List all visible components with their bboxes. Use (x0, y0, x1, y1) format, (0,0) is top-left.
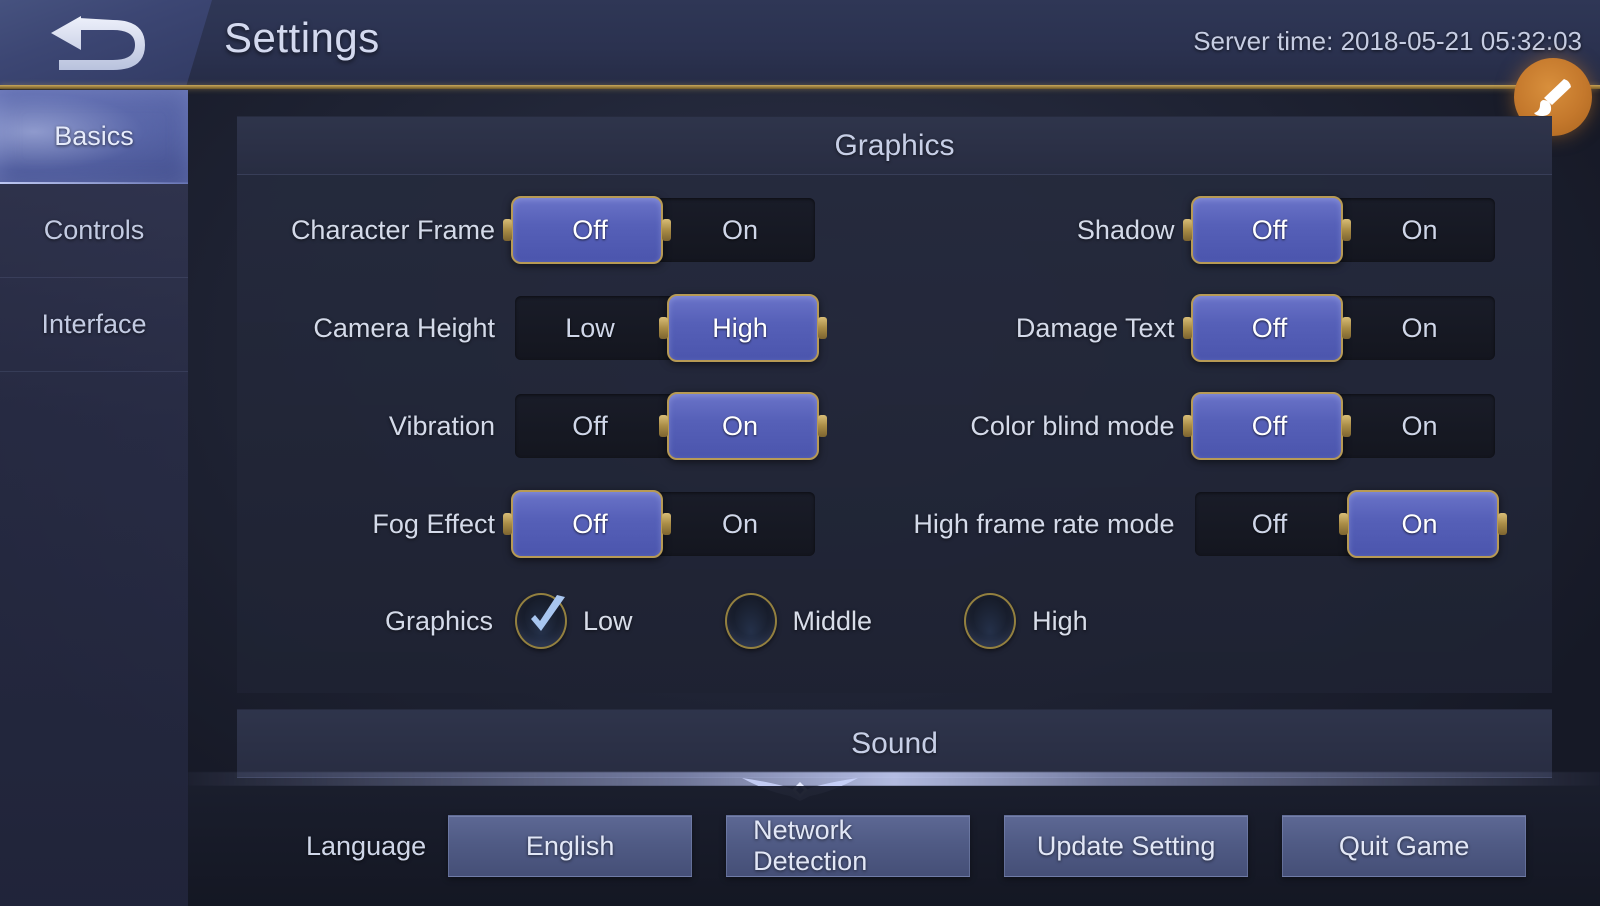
back-button[interactable] (0, 0, 212, 85)
sidebar-item-label: Controls (43, 215, 145, 245)
settings-panel: Graphics Character Frame Off On Shadow O… (237, 116, 1552, 778)
graphics-quality-label: Graphics (384, 605, 493, 636)
toggle-option-off[interactable]: Off (515, 198, 665, 262)
language-label: Language (306, 830, 427, 861)
radio-label: High (1032, 605, 1088, 636)
setting-row-vibration: Vibration Off On (237, 377, 895, 475)
settings-screen: Settings Server time: 2018-05-21 05:32:0… (0, 0, 1600, 906)
setting-label: High frame rate mode (913, 508, 1175, 539)
setting-row-high-frame-rate-mode: High frame rate mode Off On (895, 475, 1553, 573)
setting-label: Color blind mode (970, 410, 1175, 441)
sidebar-item-label: Basics (54, 121, 134, 151)
sidebar: Basics Controls Interface (0, 90, 188, 906)
quit-game-button[interactable]: Quit Game (1282, 815, 1527, 877)
toggle-fog-effect[interactable]: Off On (511, 490, 815, 558)
toggle-damage-text[interactable]: Off On (1190, 294, 1495, 362)
setting-label: Fog Effect (372, 508, 495, 539)
radio-dot (724, 593, 777, 649)
toggle-shadow[interactable]: Off On (1190, 196, 1495, 264)
top-bar: Settings Server time: 2018-05-21 05:32:0… (0, 0, 1600, 86)
toggle-character-frame[interactable]: Off On (511, 196, 815, 264)
toggle-option-off[interactable]: Off (1195, 296, 1345, 360)
page-title: Settings (224, 14, 380, 61)
toggle-option-on[interactable]: On (665, 198, 815, 262)
toggle-option-on[interactable]: On (1345, 198, 1495, 262)
language-button[interactable]: English (448, 815, 693, 877)
radio-graphics-low[interactable]: Low (515, 593, 633, 649)
sidebar-item-label: Interface (41, 309, 147, 339)
setting-row-camera-height: Camera Height Low High (237, 279, 895, 377)
toggle-vibration[interactable]: Off On (515, 392, 819, 460)
radio-dot (515, 593, 567, 649)
toggle-color-blind-mode[interactable]: Off On (1190, 392, 1495, 460)
radio-dot (964, 593, 1017, 649)
check-icon (531, 595, 565, 631)
bottom-bar: Language English Network Detection Updat… (188, 786, 1600, 906)
toggle-option-on[interactable]: On (1345, 394, 1495, 458)
radio-graphics-high[interactable]: High (964, 593, 1088, 649)
setting-label: Character Frame (290, 214, 495, 245)
setting-row-fog-effect: Fog Effect Off On (237, 475, 895, 573)
radio-label: Middle (792, 605, 873, 636)
update-setting-button[interactable]: Update Setting (1004, 815, 1249, 877)
setting-label: Vibration (388, 410, 495, 441)
section-body-graphics: Character Frame Off On Shadow Off On Cam… (237, 175, 1552, 693)
setting-row-shadow: Shadow Off On (895, 181, 1553, 279)
section-title-graphics: Graphics (237, 117, 1552, 175)
toggle-option-on[interactable]: On (665, 492, 815, 556)
setting-row-damage-text: Damage Text Off On (895, 279, 1553, 377)
toggle-option-off[interactable]: Off (1195, 394, 1345, 458)
graphics-quality-row: Graphics Low Middle High (237, 573, 1552, 669)
setting-row-character-frame: Character Frame Off On (237, 181, 895, 279)
setting-label: Camera Height (313, 312, 495, 343)
toggle-option-off[interactable]: Off (515, 492, 665, 556)
graphics-toggle-grid: Character Frame Off On Shadow Off On Cam… (237, 181, 1552, 573)
toggle-option-low[interactable]: Low (515, 296, 665, 360)
toggle-option-off[interactable]: Off (1195, 492, 1345, 556)
server-time: Server time: 2018-05-21 05:32:03 (1193, 26, 1582, 56)
back-arrow-icon (51, 15, 145, 70)
radio-label: Low (583, 605, 633, 636)
toggle-option-high[interactable]: High (665, 296, 815, 360)
setting-label: Shadow (1076, 214, 1175, 245)
toggle-camera-height[interactable]: Low High (515, 294, 819, 362)
network-detection-button[interactable]: Network Detection (726, 815, 971, 877)
divider-glow (188, 772, 1600, 786)
section-graphics: Graphics Character Frame Off On Shadow O… (237, 116, 1552, 693)
sidebar-item-basics[interactable]: Basics (0, 90, 188, 184)
setting-row-color-blind-mode: Color blind mode Off On (895, 377, 1553, 475)
toggle-option-off[interactable]: Off (515, 394, 665, 458)
section-title-sound: Sound (237, 710, 1552, 778)
toggle-option-on[interactable]: On (1345, 492, 1495, 556)
radio-graphics-middle[interactable]: Middle (724, 593, 873, 649)
paint-brush-icon (1534, 79, 1571, 116)
setting-label: Damage Text (1015, 312, 1175, 343)
gold-divider (0, 85, 1600, 89)
toggle-option-off[interactable]: Off (1195, 198, 1345, 262)
sidebar-item-controls[interactable]: Controls (0, 184, 188, 278)
toggle-high-frame-rate-mode[interactable]: Off On (1194, 490, 1499, 558)
toggle-option-on[interactable]: On (1345, 296, 1495, 360)
toggle-option-on[interactable]: On (665, 394, 815, 458)
sidebar-item-interface[interactable]: Interface (0, 278, 188, 372)
section-sound[interactable]: Sound (237, 709, 1552, 778)
